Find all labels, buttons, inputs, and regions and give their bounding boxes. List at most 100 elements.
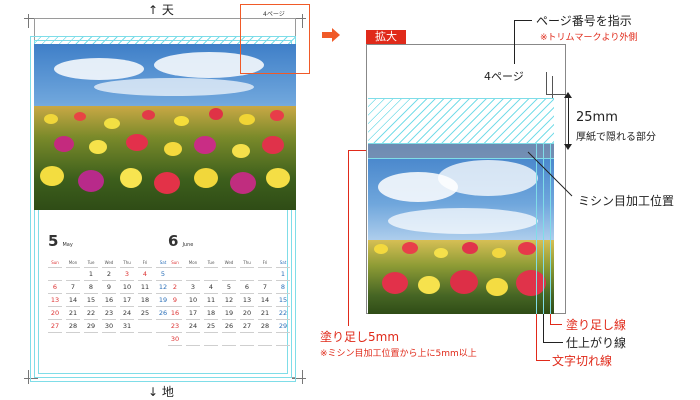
day-cell: 4 xyxy=(138,268,152,281)
day-cell: 13 xyxy=(240,294,254,307)
day-cell: 15 xyxy=(276,294,290,307)
day-cell: 29 xyxy=(84,320,98,333)
weekday-label: Wed xyxy=(102,258,116,268)
callout-perforation: ミシン目加工位置 xyxy=(578,194,675,208)
day-cell: 15 xyxy=(84,294,98,307)
day-cell: 22 xyxy=(84,307,98,320)
zoom-crop-mark-v2 xyxy=(552,76,553,98)
day-cell xyxy=(222,333,236,346)
day-cell: 30 xyxy=(168,333,182,346)
crop-mark-br xyxy=(302,370,303,384)
zoom-page-number: 4ページ xyxy=(484,70,524,83)
day-cell: 23 xyxy=(168,320,182,333)
trim-leader-h xyxy=(543,342,563,343)
day-cell: 27 xyxy=(48,320,62,333)
day-cell: 21 xyxy=(258,307,272,320)
callout-trim-line: 仕上がり線 xyxy=(566,336,627,350)
callout-measure-value: 25mm xyxy=(576,110,618,125)
weekday-label: Fri xyxy=(258,258,272,268)
day-cell: 26 xyxy=(222,320,236,333)
day-cell: 13 xyxy=(48,294,62,307)
day-cell: 16 xyxy=(102,294,116,307)
zoom-source-box xyxy=(240,4,310,74)
bleed-leader-v xyxy=(550,314,551,324)
day-cell xyxy=(186,268,200,281)
callout-measure-note: 厚紙で隠れる部分 xyxy=(576,132,656,143)
day-cell: 6 xyxy=(240,281,254,294)
day-cell: 28 xyxy=(258,320,272,333)
month-number: 5 xyxy=(48,232,59,250)
day-cell: 14 xyxy=(258,294,272,307)
weekday-label: Mon xyxy=(66,258,80,268)
callout-text-cut-line: 文字切れ線 xyxy=(552,354,613,368)
day-cell: 10 xyxy=(186,294,200,307)
day-cell xyxy=(204,268,218,281)
day-cell: 10 xyxy=(120,281,134,294)
zoom-hatched-band xyxy=(368,98,554,144)
weekday-label: Fri xyxy=(138,258,152,268)
day-cell: 9 xyxy=(102,281,116,294)
day-cell: 18 xyxy=(138,294,152,307)
textcut-leader-v xyxy=(536,314,537,360)
day-cell xyxy=(138,320,152,333)
day-cell: 4 xyxy=(204,281,218,294)
perforation-leader-icon xyxy=(526,150,576,204)
weekday-label: Sun xyxy=(48,258,62,268)
day-cell: 25 xyxy=(138,307,152,320)
day-cell xyxy=(186,333,200,346)
day-cell: 17 xyxy=(186,307,200,320)
zoom-crop-mark-v xyxy=(546,72,547,94)
day-cell: 6 xyxy=(48,281,62,294)
measure-arrow-up-icon xyxy=(564,92,572,98)
day-cell xyxy=(48,268,62,281)
textcut-leader-h xyxy=(536,360,550,361)
weekday-label: Mon xyxy=(186,258,200,268)
day-cell: 24 xyxy=(186,320,200,333)
weekday-label: Thu xyxy=(240,258,254,268)
day-cell: 28 xyxy=(66,320,80,333)
month-number: 6 xyxy=(168,232,179,250)
trim-leader-v xyxy=(543,314,544,342)
day-cell: 30 xyxy=(102,320,116,333)
weekday-label: Sat xyxy=(276,258,290,268)
day-cell: 20 xyxy=(48,307,62,320)
day-cell: 12 xyxy=(222,294,236,307)
day-cell: 5 xyxy=(222,281,236,294)
day-cell: 24 xyxy=(120,307,134,320)
day-cell: 21 xyxy=(66,307,80,320)
callout-page-number-note: ※トリムマークより外側 xyxy=(540,33,638,43)
day-cell: 8 xyxy=(276,281,290,294)
day-cell: 7 xyxy=(66,281,80,294)
day-cell: 18 xyxy=(204,307,218,320)
day-cell: 31 xyxy=(120,320,134,333)
day-cell: 23 xyxy=(102,307,116,320)
bleed-line-v xyxy=(348,150,349,326)
zoom-badge: 拡大 xyxy=(366,30,406,44)
zoom-crop-mark-h xyxy=(546,94,566,95)
bleed-line-h xyxy=(348,150,366,151)
day-cell: 2 xyxy=(102,268,116,281)
weekday-label: Sun xyxy=(168,258,182,268)
day-cell: 20 xyxy=(240,307,254,320)
weekday-label: Wed xyxy=(222,258,236,268)
month-grid: Sun Mon Tue Wed Thu Fri Sat 1 2 3 4 5 6 … xyxy=(48,258,170,333)
day-cell: 14 xyxy=(66,294,80,307)
day-cell: 17 xyxy=(120,294,134,307)
day-cell: 25 xyxy=(204,320,218,333)
day-cell xyxy=(168,268,182,281)
day-cell: 11 xyxy=(204,294,218,307)
callout-bleed-line: 塗り足し線 xyxy=(566,318,627,332)
weekday-label: Thu xyxy=(120,258,134,268)
day-cell: 27 xyxy=(240,320,254,333)
day-cell: 1 xyxy=(276,268,290,281)
callout-page-number-title: ページ番号を指示 xyxy=(536,14,632,28)
day-cell xyxy=(258,333,272,346)
day-cell xyxy=(66,268,80,281)
day-cell xyxy=(240,268,254,281)
day-cell: 1 xyxy=(84,268,98,281)
bleed-leader-h xyxy=(550,324,562,325)
month-name: June xyxy=(182,242,194,248)
day-cell: 19 xyxy=(222,307,236,320)
month-name: May xyxy=(62,242,73,248)
weekday-label: Tue xyxy=(204,258,218,268)
